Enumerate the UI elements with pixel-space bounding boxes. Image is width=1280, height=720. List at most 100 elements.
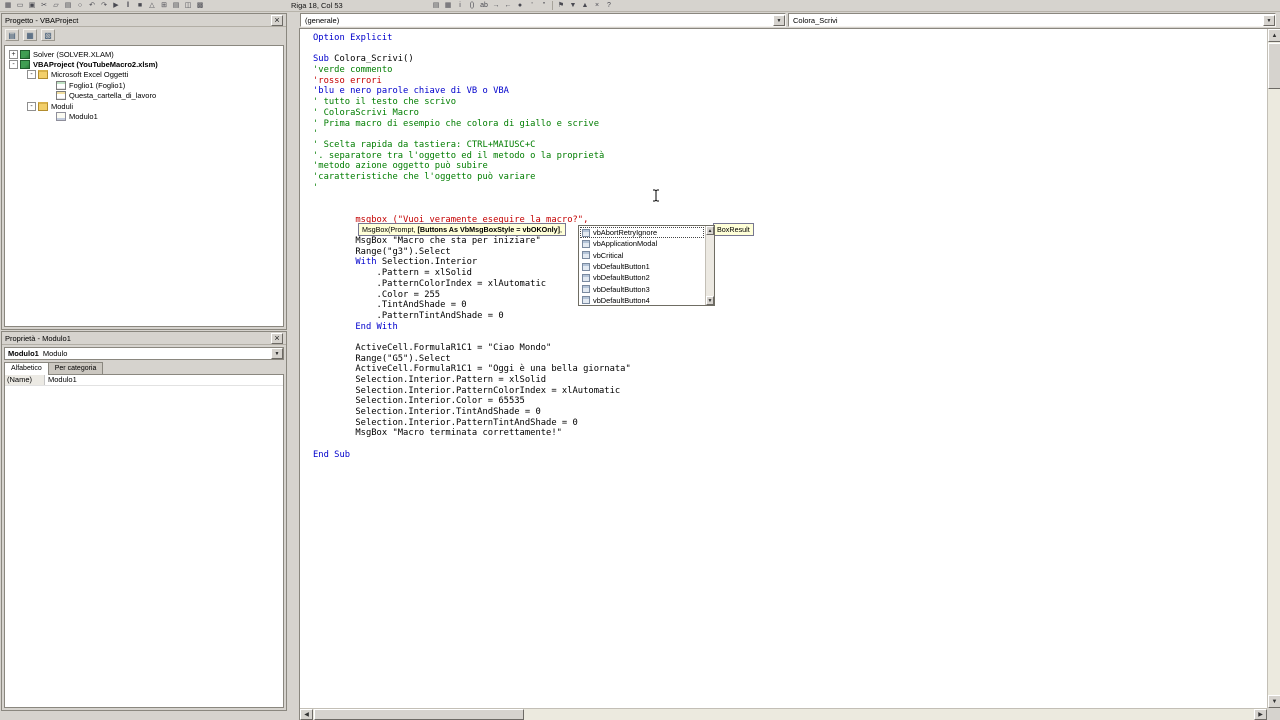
scroll-up-icon[interactable]: ▲ xyxy=(706,226,714,235)
quick-info-icon[interactable]: i xyxy=(455,1,465,10)
object-browser-icon[interactable]: ◫ xyxy=(183,1,193,10)
code-line: .PatternTintAndShade = 0 xyxy=(313,310,504,321)
tree-item[interactable]: Foglio1 (Foglio1) xyxy=(5,80,283,90)
next-bookmark-icon[interactable]: ▼ xyxy=(568,1,578,10)
view-code-icon[interactable]: ▤ xyxy=(5,29,19,41)
clear-bookmarks-icon[interactable]: × xyxy=(592,1,602,10)
selected-object-type: Modulo xyxy=(42,349,68,358)
tree-item[interactable]: Modulo1 xyxy=(5,111,283,122)
tooltip-tail-text: BoxResult xyxy=(717,225,750,234)
autocomplete-item[interactable]: vbApplicationModal xyxy=(580,238,704,249)
scroll-left-arrow[interactable]: ◀ xyxy=(300,709,313,720)
autocomplete-scrollbar[interactable]: ▲ ▼ xyxy=(705,226,714,305)
cut-icon[interactable]: ✂ xyxy=(39,1,49,10)
chevron-down-icon[interactable]: ▼ xyxy=(773,14,785,26)
list-properties-icon[interactable]: ▤ xyxy=(431,1,441,10)
toolbox-icon[interactable]: ▩ xyxy=(195,1,205,10)
autocomplete-item[interactable]: vbCritical xyxy=(580,250,704,261)
horizontal-scrollbar[interactable]: ◀ ▶ xyxy=(300,708,1267,720)
tree-item-label: Moduli xyxy=(51,101,74,111)
code-line: ActiveCell.FormulaR1C1 = "Oggi è una bel… xyxy=(313,364,631,375)
horizontal-scroll-thumb[interactable] xyxy=(314,709,524,720)
insert-userform-icon[interactable]: ▭ xyxy=(15,1,25,10)
uncomment-block-icon[interactable]: '' xyxy=(539,1,549,10)
sheet-icon xyxy=(56,80,66,90)
expand-icon[interactable]: + xyxy=(9,49,18,59)
code-line: ' xyxy=(313,129,319,140)
redo-icon[interactable]: ↷ xyxy=(99,1,109,10)
autocomplete-item-label: vbDefaultButton3 xyxy=(593,284,650,294)
collapse-icon[interactable]: - xyxy=(9,60,18,70)
tree-item[interactable]: - VBAProject (YouTubeMacro2.xlsm) xyxy=(5,59,283,70)
undo-icon[interactable]: ↶ xyxy=(87,1,97,10)
break-icon[interactable]: ‖ xyxy=(123,1,133,10)
autocomplete-item[interactable]: vbDefaultButton3 xyxy=(580,283,704,294)
autocomplete-item[interactable]: vbDefaultButton4 xyxy=(580,295,704,304)
properties-grid: (Name) Modulo1 xyxy=(4,374,284,708)
vertical-scroll-thumb[interactable] xyxy=(1268,43,1280,89)
parameter-info-icon[interactable]: () xyxy=(467,1,477,10)
design-mode-icon[interactable]: △ xyxy=(147,1,157,10)
code-line: Selection.Interior.PatternTintAndShade =… xyxy=(313,417,578,428)
indent-icon[interactable]: → xyxy=(491,1,501,10)
standard-toolbar-group: ▦ ▭ ▣ ✂ ▱ ▤ ○ ↶ ↷ ▶ ‖ ■ △ ⊞ ▤ ◫ ▩ xyxy=(3,1,205,10)
toggle-breakpoint-icon[interactable]: ● xyxy=(515,1,525,10)
scroll-down-icon[interactable]: ▼ xyxy=(706,296,714,305)
property-name-cell[interactable]: (Name) xyxy=(5,375,45,385)
autocomplete-item[interactable]: vbDefaultButton1 xyxy=(580,261,704,272)
scroll-up-arrow[interactable]: ▲ xyxy=(1268,29,1280,42)
view-object-icon[interactable]: ▦ xyxy=(23,29,37,41)
scroll-down-arrow[interactable]: ▼ xyxy=(1268,695,1280,708)
toggle-folders-icon[interactable]: ▧ xyxy=(41,29,55,41)
toggle-bookmark-icon[interactable]: ⚑ xyxy=(556,1,566,10)
quick-info-tooltip-tail: BoxResult xyxy=(713,223,754,236)
tree-item-label: VBAProject (YouTubeMacro2.xlsm) xyxy=(33,60,158,70)
save-icon[interactable]: ▣ xyxy=(27,1,37,10)
vertical-scrollbar[interactable]: ▲ ▼ xyxy=(1267,29,1280,720)
help-icon[interactable]: ? xyxy=(604,1,614,10)
reset-icon[interactable]: ■ xyxy=(135,1,145,10)
previous-bookmark-icon[interactable]: ▲ xyxy=(580,1,590,10)
list-constants-icon[interactable]: ▦ xyxy=(443,1,453,10)
tree-item[interactable]: + Solver (SOLVER.XLAM) xyxy=(5,49,283,59)
properties-object-selector[interactable]: Modulo1 Modulo ▼ xyxy=(4,347,284,360)
copy-icon[interactable]: ▱ xyxy=(51,1,61,10)
autocomplete-item[interactable]: vbAbortRetryIgnore xyxy=(580,227,704,239)
run-icon[interactable]: ▶ xyxy=(111,1,121,10)
excel-icon[interactable]: ▦ xyxy=(3,1,13,10)
find-icon[interactable]: ○ xyxy=(75,1,85,10)
object-dropdown[interactable]: (generale) ▼ xyxy=(300,13,786,27)
comment-block-icon[interactable]: ' xyxy=(527,1,537,10)
paste-icon[interactable]: ▤ xyxy=(63,1,73,10)
tab-alphabetic[interactable]: Alfabetico xyxy=(4,362,49,375)
tree-item[interactable]: Questa_cartella_di_lavoro xyxy=(5,91,283,101)
procedure-dropdown[interactable]: Colora_Scrivi ▼ xyxy=(788,13,1276,27)
tree-item[interactable]: - Microsoft Excel Oggetti xyxy=(5,70,283,80)
properties-panel-close-button[interactable]: × xyxy=(271,332,283,344)
project-explorer-icon[interactable]: ⊞ xyxy=(159,1,169,10)
properties-window-icon[interactable]: ▤ xyxy=(171,1,181,10)
code-line: 'blu e nero parole chiave di VB o VBA xyxy=(313,86,509,97)
property-value-cell[interactable]: Modulo1 xyxy=(45,375,283,385)
code-line: Selection.Interior.Pattern = xlSolid xyxy=(313,375,547,385)
autocomplete-item[interactable]: vbDefaultButton2 xyxy=(580,272,704,283)
selected-object-name: Modulo1 xyxy=(8,349,39,358)
outdent-icon[interactable]: ← xyxy=(503,1,513,10)
chevron-down-icon[interactable]: ▼ xyxy=(1263,14,1275,26)
chevron-down-icon[interactable]: ▼ xyxy=(271,348,283,359)
project-panel-title: Progetto - VBAProject xyxy=(5,15,79,25)
project-panel-close-button[interactable]: × xyxy=(271,14,283,26)
scroll-right-arrow[interactable]: ▶ xyxy=(1254,709,1267,720)
complete-word-icon[interactable]: ab xyxy=(479,1,489,10)
code-editor[interactable]: Option Explicit Sub Colora_Scrivi()'verd… xyxy=(299,28,1280,720)
scrollbar-corner xyxy=(1267,708,1280,720)
autocomplete-item-label: vbCritical xyxy=(593,250,624,260)
tooltip-text: MsgBox(Prompt, xyxy=(362,225,418,234)
tree-item-label: Microsoft Excel Oggetti xyxy=(51,70,129,80)
collapse-icon[interactable]: - xyxy=(27,101,36,111)
collapse-icon[interactable]: - xyxy=(27,70,36,80)
toolbar-separator xyxy=(552,1,553,10)
project-panel-titlebar: Progetto - VBAProject × xyxy=(2,14,286,27)
tree-item[interactable]: - Moduli xyxy=(5,101,283,111)
constant-icon xyxy=(582,273,590,282)
